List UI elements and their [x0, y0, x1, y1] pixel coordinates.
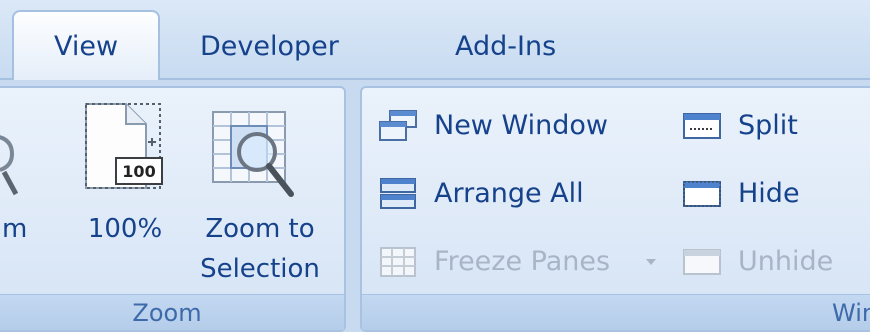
window-group: New Window Arrange All Freeze Panes Spli… — [360, 86, 870, 332]
tab-add-ins[interactable]: Add-Ins — [455, 30, 556, 64]
split-button[interactable]: Split — [682, 106, 862, 146]
page-100-icon: 100 — [85, 103, 163, 189]
freeze-panes-button[interactable]: Freeze Panes — [378, 242, 678, 282]
page-100-icon-text: 100 — [122, 162, 155, 181]
split-icon — [683, 113, 721, 139]
window-group-label: Wind — [362, 294, 870, 330]
freeze-panes-label: Freeze Panes — [434, 246, 611, 277]
hide-label: Hide — [738, 178, 800, 209]
new-window-label: New Window — [434, 110, 608, 141]
magnifier-icon — [0, 135, 18, 196]
zoom-100-label: 100% — [87, 214, 163, 244]
zoom-100-button[interactable]: 100 100% — [70, 88, 180, 288]
tab-view[interactable]: View — [12, 10, 160, 80]
arrange-all-icon — [380, 178, 416, 209]
zoom-to-selection-label-line1: Zoom to — [205, 214, 315, 244]
arrange-all-button[interactable]: Arrange All — [378, 174, 678, 214]
zoom-group-label: Zoom — [0, 294, 344, 330]
ribbon-body: m 100 100% Zoom to Selection Zoom New Wi… — [0, 78, 870, 332]
unhide-window-icon — [683, 249, 721, 275]
freeze-panes-icon — [380, 247, 416, 277]
new-window-button[interactable]: New Window — [378, 106, 678, 146]
zoom-button[interactable]: m — [0, 88, 50, 288]
tab-view-label: View — [53, 31, 119, 62]
ribbon-tab-strip: View Developer Add-Ins — [0, 0, 870, 80]
zoom-to-selection-label-line2: Selection — [200, 254, 320, 284]
new-window-icon — [379, 110, 417, 141]
zoom-to-selection-icon — [212, 111, 294, 197]
freeze-panes-dropdown-icon — [646, 259, 656, 265]
zoom-button-label: m — [2, 214, 28, 244]
window-group-label-text: Wind — [832, 299, 870, 327]
zoom-group: m 100 100% Zoom to Selection Zoom — [0, 86, 346, 332]
zoom-to-selection-button[interactable]: Zoom to Selection — [185, 88, 335, 288]
tab-add-ins-label: Add-Ins — [455, 31, 557, 62]
tab-developer-label: Developer — [200, 31, 339, 62]
split-label: Split — [738, 110, 798, 141]
unhide-label: Unhide — [738, 246, 834, 277]
tab-developer[interactable]: Developer — [200, 30, 339, 64]
unhide-button[interactable]: Unhide — [682, 242, 862, 282]
arrange-all-label: Arrange All — [434, 178, 584, 209]
hide-button[interactable]: Hide — [682, 174, 862, 214]
hide-window-icon — [683, 181, 721, 207]
